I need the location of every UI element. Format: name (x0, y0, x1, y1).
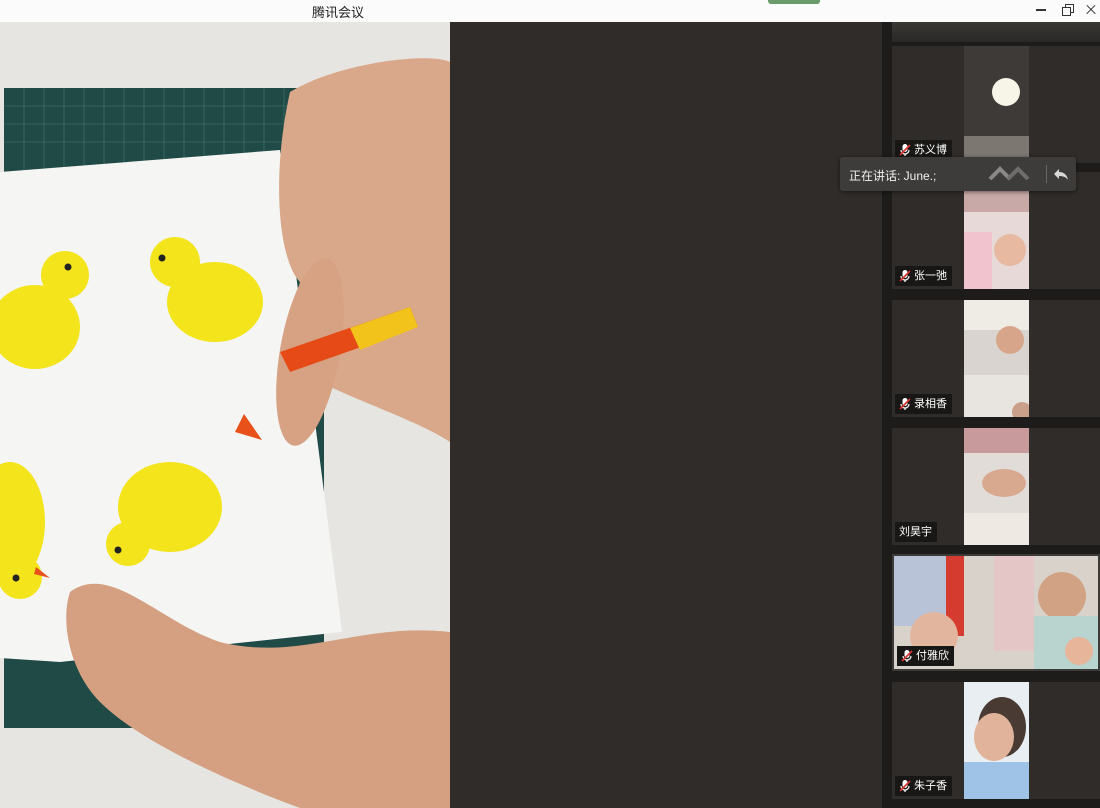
mic-muted-icon (899, 779, 911, 793)
participant-name: 朱子香 (914, 780, 947, 792)
back-icon[interactable] (1052, 165, 1070, 183)
minimize-icon[interactable] (1030, 0, 1052, 20)
video-frame-drawing (0, 22, 450, 808)
participant-video (964, 300, 1029, 417)
restore-icon[interactable] (1057, 0, 1079, 20)
participant-name-badge: 付雅欣 (897, 646, 954, 666)
participant-name-badge: 朱子香 (895, 776, 952, 796)
collapse-icon[interactable] (988, 165, 1034, 183)
speaking-indicator: 正在讲话: June.; (840, 157, 1076, 191)
mic-muted-icon (899, 269, 911, 283)
speaking-label: 正在讲话: June.; (849, 169, 937, 183)
close-icon[interactable] (1080, 0, 1100, 20)
participant-name-badge: 刘昊宇 (895, 522, 937, 542)
participant-name: 刘昊宇 (899, 526, 932, 538)
participant-name-badge: 录相香 (895, 394, 952, 414)
window-title: 腾讯会议 (312, 5, 365, 20)
participant-tile-active[interactable]: 付雅欣 (892, 554, 1100, 671)
mic-muted-icon (899, 143, 911, 157)
participant-tile[interactable]: 朱子香 (892, 682, 1100, 799)
main-video-feed[interactable] (0, 22, 450, 808)
participant-video (964, 682, 1029, 799)
participant-tile[interactable]: 苏义博 (892, 46, 1100, 163)
participant-name: 录相香 (914, 398, 947, 410)
title-bar: 腾讯会议 (0, 0, 1100, 23)
participant-panel: 苏义博 张一弛 录相香 刘昊宇 付雅欣 朱子香 (882, 22, 1100, 808)
participant-name-badge: 张一弛 (895, 266, 952, 286)
mic-muted-icon (901, 649, 913, 663)
participant-name: 张一弛 (914, 270, 947, 282)
participant-tile[interactable]: 录相香 (892, 300, 1100, 417)
empty-stage-area (450, 22, 882, 808)
tooltip-divider (1046, 165, 1047, 183)
panel-scroll-header[interactable] (892, 22, 1100, 42)
participant-name: 付雅欣 (916, 650, 949, 662)
participant-tile[interactable]: 刘昊宇 (892, 428, 1100, 545)
participant-video (964, 46, 1029, 163)
mic-muted-icon (899, 397, 911, 411)
network-indicator (768, 0, 820, 4)
participant-video (964, 428, 1029, 545)
